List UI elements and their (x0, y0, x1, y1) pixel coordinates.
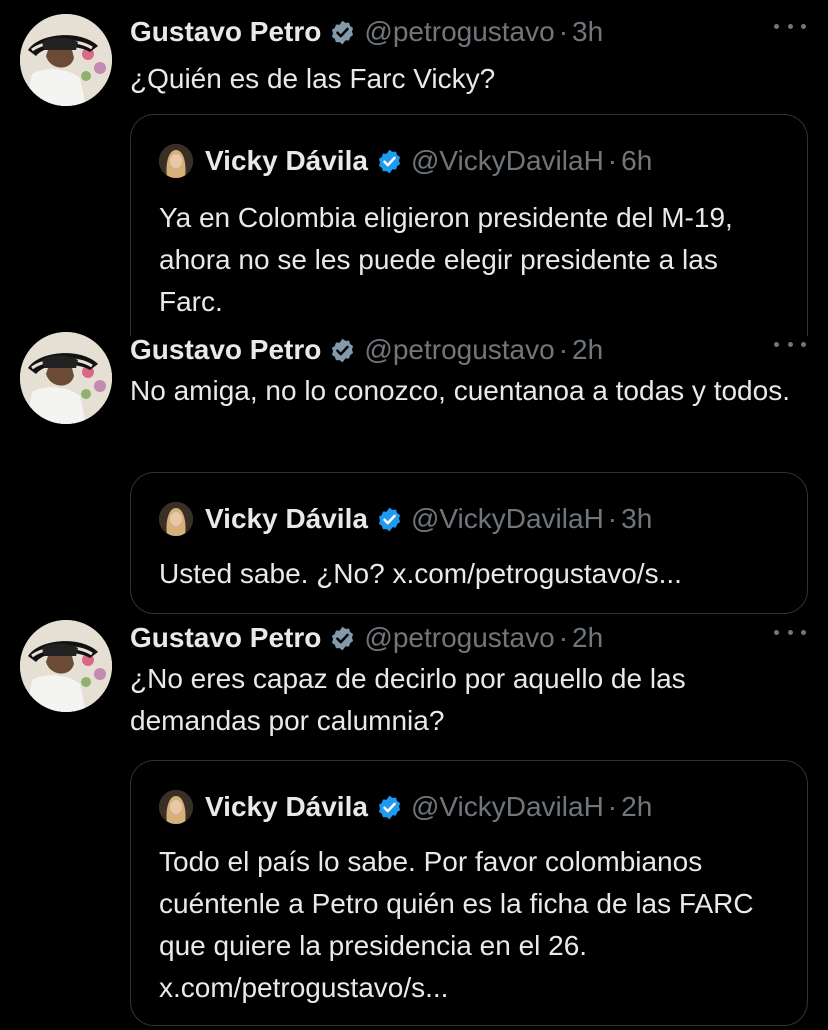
timestamp[interactable]: 2h (572, 620, 603, 656)
quote-text: Usted sabe. ¿No? x.com/petrogustavo/s... (159, 558, 682, 589)
quote-avatar (159, 502, 193, 536)
avatar[interactable] (20, 332, 112, 424)
quoted-tweet[interactable]: Vicky Dávila @VickyDavilaH · 2h Todo el … (130, 760, 808, 1026)
timestamp[interactable]: 2h (572, 332, 603, 368)
separator-dot: · (607, 503, 618, 534)
blue-verified-badge-icon (376, 148, 403, 175)
tweet-text: No amiga, no lo conozco, cuentanoa a tod… (130, 375, 790, 406)
more-options-icon[interactable] (774, 16, 806, 36)
separator-dot: · (607, 145, 618, 176)
quote-header: Vicky Dávila @VickyDavilaH · 3h (159, 501, 652, 537)
tweet-header: Gustavo Petro @petrogustavo · 3h (130, 14, 603, 50)
blue-verified-badge-icon (376, 506, 403, 533)
separator-dot: · (558, 334, 569, 365)
quoted-tweet[interactable]: Vicky Dávila @VickyDavilaH · 3h Usted sa… (130, 472, 808, 614)
more-options-icon[interactable] (774, 622, 806, 642)
blue-verified-badge-icon (376, 794, 403, 821)
author-handle[interactable]: @petrogustavo (364, 14, 554, 50)
author-handle[interactable]: @petrogustavo (364, 332, 554, 368)
timestamp[interactable]: 3h (572, 14, 603, 50)
more-options-icon[interactable] (774, 334, 806, 354)
quote-author-handle: @VickyDavilaH (410, 503, 604, 534)
quote-author-handle: @VickyDavilaH (410, 791, 604, 822)
tweet-text: ¿No eres capaz de decirlo por aquello de… (130, 663, 686, 736)
quote-author-name: Vicky Dávila (205, 791, 368, 822)
avatar[interactable] (20, 620, 112, 712)
author-handle[interactable]: @petrogustavo (364, 620, 554, 656)
gray-verified-badge-icon[interactable] (329, 625, 356, 652)
quote-text: Ya en Colombia eligieron presidente del … (159, 202, 733, 317)
gray-verified-badge-icon[interactable] (329, 19, 356, 46)
quote-timestamp: 2h (621, 791, 653, 822)
tweet-header: Gustavo Petro @petrogustavo · 2h (130, 332, 603, 368)
quote-author-name: Vicky Dávila (205, 145, 368, 176)
avatar[interactable] (20, 14, 112, 106)
quote-text: Todo el país lo sabe. Por favor colombia… (159, 846, 754, 1003)
quote-avatar (159, 144, 193, 178)
separator-dot: · (558, 16, 569, 47)
quote-header: Vicky Dávila @VickyDavilaH · 2h (159, 789, 652, 825)
author-name[interactable]: Gustavo Petro (130, 620, 321, 656)
separator-dot: · (607, 791, 618, 822)
tweet-header: Gustavo Petro @petrogustavo · 2h (130, 620, 603, 656)
quote-author-name: Vicky Dávila (205, 503, 368, 534)
gray-verified-badge-icon[interactable] (329, 337, 356, 364)
tweet-text: ¿Quién es de las Farc Vicky? (130, 63, 496, 94)
quote-timestamp: 6h (621, 145, 653, 176)
quote-avatar (159, 790, 193, 824)
author-name[interactable]: Gustavo Petro (130, 332, 321, 368)
quoted-tweet[interactable]: Vicky Dávila @VickyDavilaH · 6h Ya en Co… (130, 114, 808, 336)
quote-header: Vicky Dávila @VickyDavilaH · 6h (159, 143, 652, 179)
quote-author-handle: @VickyDavilaH (410, 145, 604, 176)
author-name[interactable]: Gustavo Petro (130, 14, 321, 50)
quote-timestamp: 3h (621, 503, 653, 534)
separator-dot: · (558, 622, 569, 653)
